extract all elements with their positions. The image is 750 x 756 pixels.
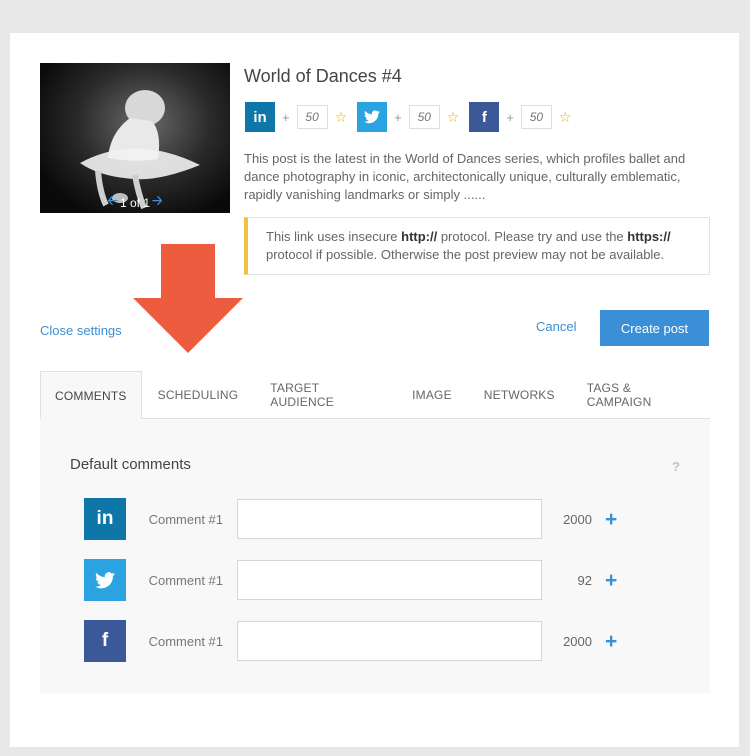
comments-panel: Default comments ? in Comment #1 2000 + …: [40, 419, 710, 693]
twitter-bird-icon: [95, 571, 115, 588]
twitter-icon: [84, 559, 126, 601]
comment-label: Comment #1: [148, 633, 223, 649]
star-icon[interactable]: ☆: [335, 109, 348, 126]
linkedin-icon[interactable]: in: [245, 102, 275, 132]
plus-icon: +: [394, 109, 402, 125]
twitter-icon[interactable]: [357, 102, 388, 132]
arrow-right-icon[interactable]: 🡢: [152, 192, 163, 213]
post-title: World of Dances #4: [244, 66, 402, 86]
warning-text-3: protocol if possible. Otherwise the post…: [266, 247, 665, 262]
char-count: 2000: [563, 511, 592, 527]
tab-comments[interactable]: COMMENTS: [40, 371, 142, 420]
plus-icon: +: [282, 109, 290, 125]
ballerina-image: [80, 90, 200, 210]
insecure-link-warning: This link uses insecure http:// protocol…: [244, 217, 710, 275]
arrow-down-icon: [133, 244, 243, 353]
tab-tags-campaign[interactable]: TAGS & CAMPAIGN: [571, 371, 710, 419]
add-comment-icon[interactable]: +: [605, 631, 617, 652]
network-selector-row: in + 50 ☆ + 50 ☆ f + 50 ☆: [245, 102, 581, 132]
twitter-comment-input[interactable]: [237, 560, 542, 600]
facebook-icon[interactable]: f: [469, 102, 500, 132]
post-card: 🡠 1 of 1 🡢 World of Dances #4 in + 50 ☆ …: [10, 33, 739, 747]
image-pager: 🡠 1 of 1 🡢: [40, 193, 230, 213]
post-description: This post is the latest in the World of …: [244, 151, 686, 202]
plus-icon: +: [506, 109, 514, 125]
warning-text-1: This link uses insecure: [266, 229, 402, 244]
star-icon[interactable]: ☆: [447, 109, 460, 126]
linkedin-count-input[interactable]: 50: [296, 105, 328, 129]
network-group-twitter: + 50 ☆: [357, 102, 459, 132]
comment-row-twitter: Comment #1 92 +: [84, 559, 617, 601]
help-icon[interactable]: ?: [672, 459, 680, 474]
star-icon[interactable]: ☆: [559, 109, 572, 126]
tab-image[interactable]: IMAGE: [396, 371, 468, 419]
char-count: 92: [577, 572, 592, 588]
comment-label: Comment #1: [148, 511, 223, 527]
cancel-link[interactable]: Cancel: [536, 319, 576, 334]
network-group-linkedin: in + 50 ☆: [245, 102, 347, 132]
warning-http: http://: [401, 229, 438, 244]
arrow-left-icon[interactable]: 🡠: [107, 192, 118, 213]
comment-label: Comment #1: [148, 572, 223, 588]
facebook-comment-input[interactable]: [237, 621, 542, 661]
network-group-facebook: f + 50 ☆: [469, 102, 571, 132]
add-comment-icon[interactable]: +: [605, 570, 617, 591]
twitter-count-input[interactable]: 50: [408, 105, 440, 129]
comment-row-facebook: f Comment #1 2000 +: [84, 620, 617, 662]
post-thumbnail[interactable]: 🡠 1 of 1 🡢: [40, 63, 230, 213]
settings-tabs: COMMENTS SCHEDULING TARGET AUDIENCE IMAG…: [40, 371, 710, 420]
facebook-icon: f: [84, 620, 126, 662]
add-comment-icon[interactable]: +: [605, 509, 617, 530]
linkedin-comment-input[interactable]: [237, 499, 542, 539]
char-count: 2000: [563, 633, 592, 649]
linkedin-icon: in: [84, 498, 126, 540]
panel-title: Default comments: [70, 456, 191, 473]
comment-row-linkedin: in Comment #1 2000 +: [84, 498, 617, 540]
tab-target-audience[interactable]: TARGET AUDIENCE: [254, 371, 396, 419]
warning-text-2: protocol. Please try and use the: [437, 229, 628, 244]
tab-scheduling[interactable]: SCHEDULING: [142, 371, 255, 419]
close-settings-link[interactable]: Close settings: [40, 323, 122, 338]
tab-networks[interactable]: NETWORKS: [468, 371, 571, 419]
twitter-bird-icon: [364, 110, 381, 124]
create-post-button[interactable]: Create post: [600, 310, 709, 346]
warning-https: https://: [627, 229, 671, 244]
image-counter: 1 of 1: [119, 196, 150, 210]
facebook-count-input[interactable]: 50: [520, 105, 552, 129]
